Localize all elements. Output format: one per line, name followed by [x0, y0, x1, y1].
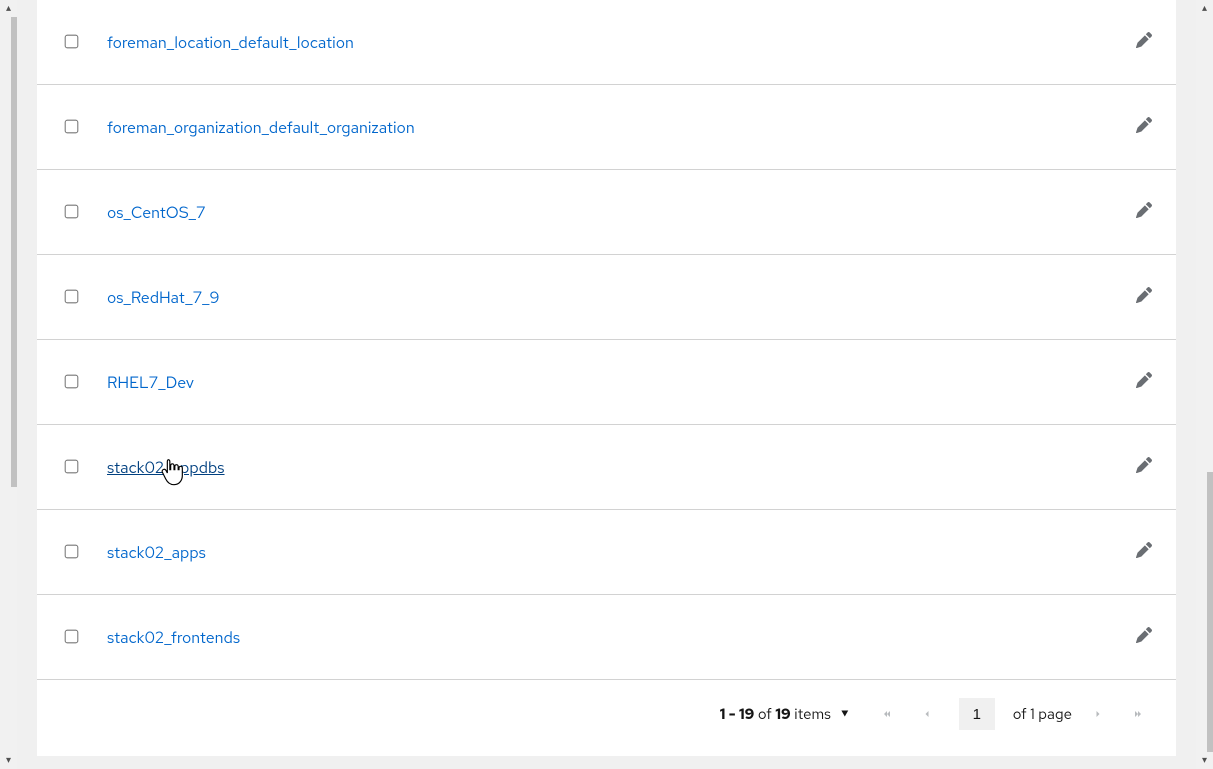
- row-edit-cell: [1112, 457, 1152, 478]
- scroll-down-icon[interactable]: ▾: [0, 752, 17, 769]
- row-name-cell: RHEL7_Dev: [107, 372, 1112, 393]
- row-edit-cell: [1112, 117, 1152, 138]
- scroll-thumb-right[interactable]: [1207, 472, 1213, 752]
- row-checkbox-cell: [61, 628, 107, 646]
- row-name-link[interactable]: stack02_apps: [107, 542, 206, 563]
- row-name-link[interactable]: foreman_organization_default_organizatio…: [107, 117, 415, 138]
- row-name-link[interactable]: stack02_appdbs: [107, 457, 225, 478]
- table-row: foreman_organization_default_organizatio…: [37, 85, 1176, 170]
- current-page-input[interactable]: [959, 698, 995, 730]
- row-name-link[interactable]: os_CentOS_7: [107, 202, 206, 223]
- row-name-cell: foreman_organization_default_organizatio…: [107, 117, 1112, 138]
- edit-icon[interactable]: [1136, 457, 1152, 478]
- row-name-link[interactable]: RHEL7_Dev: [107, 372, 194, 393]
- scroll-down-icon[interactable]: ▾: [1196, 752, 1213, 769]
- scroll-up-icon[interactable]: ▴: [0, 0, 17, 17]
- table-row: stack02_frontends: [37, 595, 1176, 680]
- prev-page-button[interactable]: [913, 700, 941, 728]
- pagination-range: 1 - 19: [720, 704, 755, 724]
- row-name-link[interactable]: foreman_location_default_location: [107, 32, 354, 53]
- row-edit-cell: [1112, 32, 1152, 53]
- next-page-button[interactable]: [1084, 700, 1112, 728]
- row-checkbox[interactable]: [65, 460, 79, 474]
- row-edit-cell: [1112, 627, 1152, 648]
- row-name-link[interactable]: stack02_frontends: [107, 627, 240, 648]
- row-checkbox[interactable]: [65, 375, 79, 389]
- row-checkbox-cell: [61, 543, 107, 561]
- table-row: os_CentOS_7: [37, 170, 1176, 255]
- pagination-nav: of 1 page: [873, 698, 1152, 730]
- row-edit-cell: [1112, 372, 1152, 393]
- row-name-cell: os_RedHat_7_9: [107, 287, 1112, 308]
- edit-icon[interactable]: [1136, 542, 1152, 563]
- row-edit-cell: [1112, 287, 1152, 308]
- row-checkbox[interactable]: [65, 35, 79, 49]
- edit-icon[interactable]: [1136, 627, 1152, 648]
- outer-scrollbar-right[interactable]: ▴ ▾: [1196, 0, 1213, 769]
- caret-down-icon: ▼: [841, 708, 849, 721]
- row-name-cell: stack02_frontends: [107, 627, 1112, 648]
- table-row: stack02_appdbs: [37, 425, 1176, 510]
- row-checkbox-cell: [61, 458, 107, 476]
- row-name-cell: stack02_apps: [107, 542, 1112, 563]
- items-per-page-toggle[interactable]: 1 - 19 of 19 items ▼: [720, 704, 849, 724]
- row-name-cell: os_CentOS_7: [107, 202, 1112, 223]
- outer-scrollbar-left[interactable]: ▴ ▾: [0, 0, 17, 769]
- row-checkbox[interactable]: [65, 545, 79, 559]
- edit-icon[interactable]: [1136, 32, 1152, 53]
- edit-icon[interactable]: [1136, 372, 1152, 393]
- row-checkbox-cell: [61, 203, 107, 221]
- row-edit-cell: [1112, 202, 1152, 223]
- row-checkbox[interactable]: [65, 630, 79, 644]
- row-checkbox-cell: [61, 288, 107, 306]
- edit-icon[interactable]: [1136, 202, 1152, 223]
- row-checkbox[interactable]: [65, 290, 79, 304]
- edit-icon[interactable]: [1136, 287, 1152, 308]
- page-background: foreman_location_default_locationforeman…: [17, 0, 1196, 769]
- row-edit-cell: [1112, 542, 1152, 563]
- pagination-bar: 1 - 19 of 19 items ▼ of 1 page: [37, 680, 1176, 756]
- row-name-cell: stack02_appdbs: [107, 457, 1112, 478]
- row-checkbox-cell: [61, 118, 107, 136]
- row-checkbox-cell: [61, 33, 107, 51]
- last-page-button[interactable]: [1124, 700, 1152, 728]
- edit-icon[interactable]: [1136, 117, 1152, 138]
- table-row: stack02_apps: [37, 510, 1176, 595]
- row-name-link[interactable]: os_RedHat_7_9: [107, 287, 219, 308]
- table-row: RHEL7_Dev: [37, 340, 1176, 425]
- scroll-up-icon[interactable]: ▴: [1196, 0, 1213, 17]
- table-row: os_RedHat_7_9: [37, 255, 1176, 340]
- of-page-label: of 1 page: [1013, 704, 1072, 724]
- first-page-button[interactable]: [873, 700, 901, 728]
- row-name-cell: foreman_location_default_location: [107, 32, 1112, 53]
- row-checkbox-cell: [61, 373, 107, 391]
- row-checkbox[interactable]: [65, 120, 79, 134]
- table-row: foreman_location_default_location: [37, 0, 1176, 85]
- content-card: foreman_location_default_locationforeman…: [37, 0, 1176, 756]
- row-checkbox[interactable]: [65, 205, 79, 219]
